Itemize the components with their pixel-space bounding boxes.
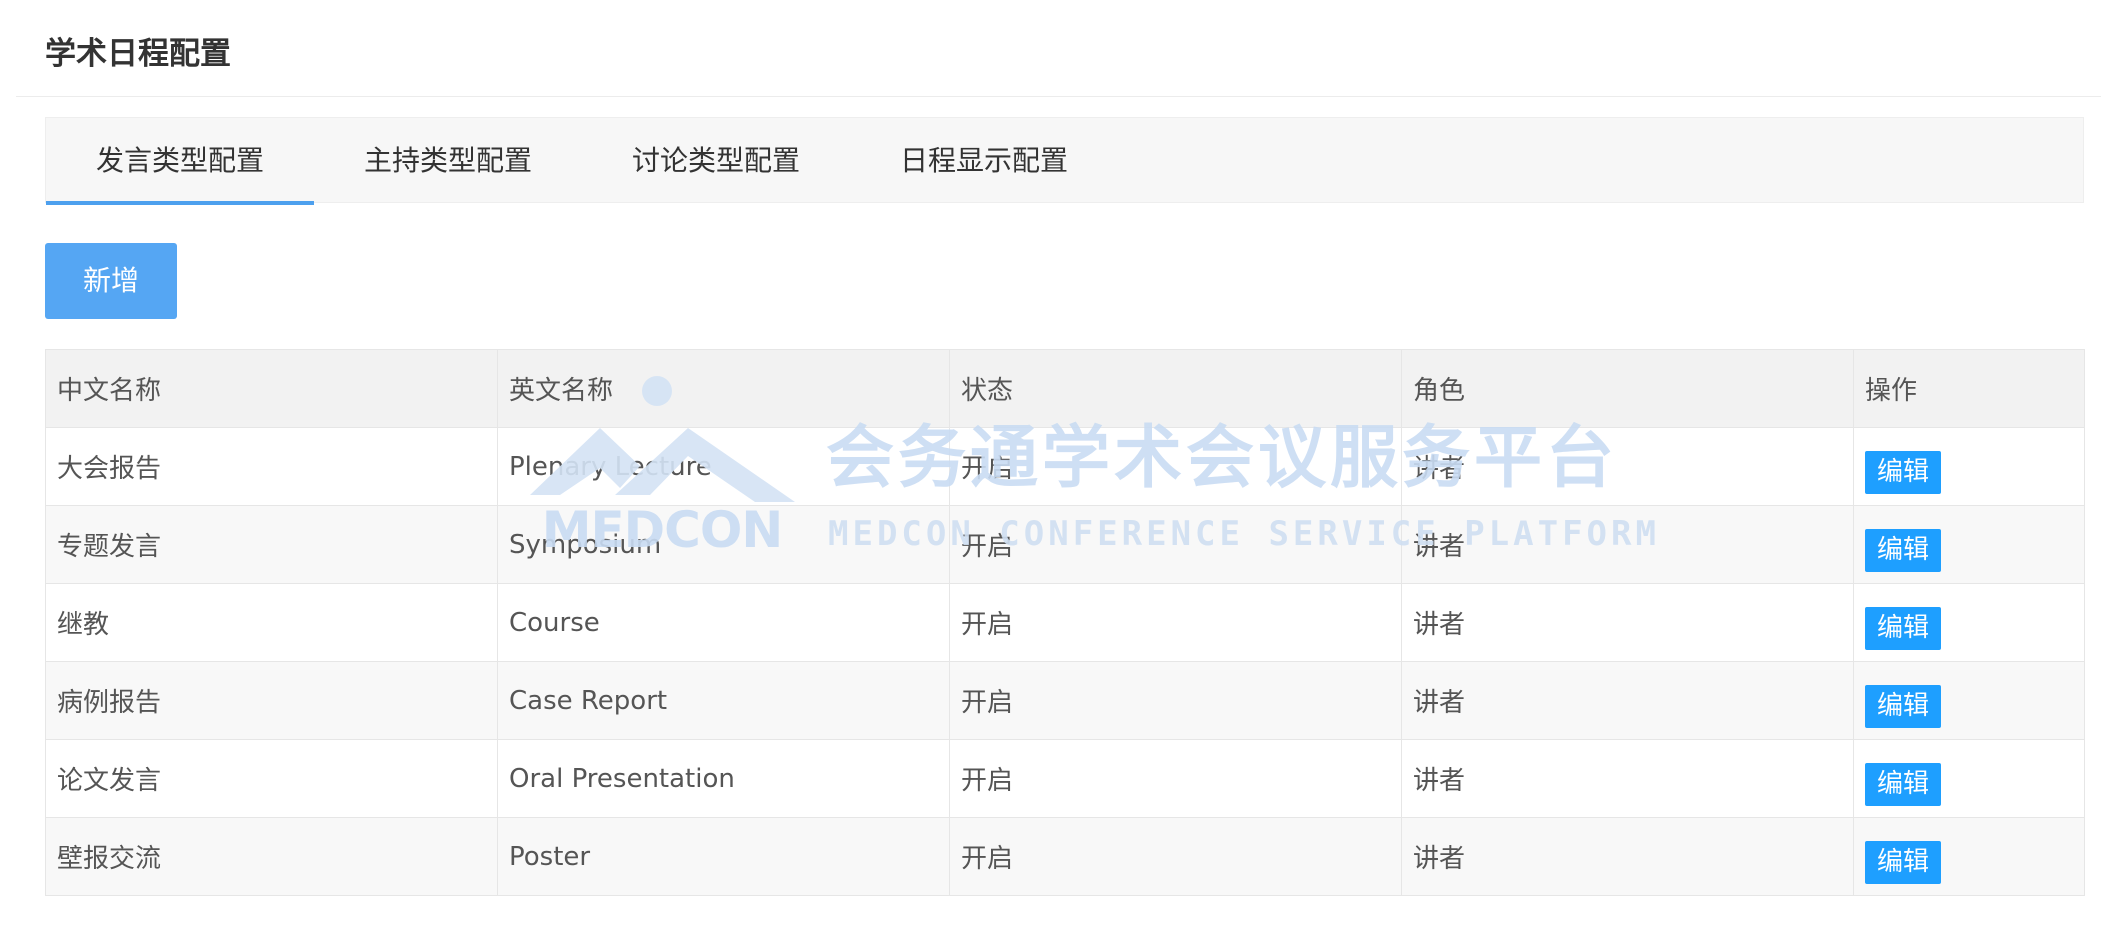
cell-action: 编辑 <box>1853 505 2085 584</box>
cell-cn-name: 论文发言 <box>45 739 498 818</box>
cell-status: 开启 <box>949 505 1402 584</box>
cell-action: 编辑 <box>1853 817 2085 896</box>
cell-cn-name: 壁报交流 <box>45 817 498 896</box>
table-header-row: 中文名称 英文名称 状态 角色 操作 <box>45 349 2085 428</box>
cell-role: 讲者 <box>1401 505 1854 584</box>
cell-action: 编辑 <box>1853 661 2085 740</box>
table-row: 专题发言 Symposium 开启 讲者 编辑 <box>45 505 2085 584</box>
tab-bar: 发言类型配置 主持类型配置 讨论类型配置 日程显示配置 <box>45 117 2084 205</box>
cell-role: 讲者 <box>1401 817 1854 896</box>
column-header-action: 操作 <box>1853 349 2085 428</box>
cell-en-name: Plenary Lecture <box>497 427 950 506</box>
cell-cn-name: 继教 <box>45 583 498 662</box>
cell-action: 编辑 <box>1853 739 2085 818</box>
edit-button[interactable]: 编辑 <box>1865 763 1941 806</box>
cell-role: 讲者 <box>1401 661 1854 740</box>
table-row: 大会报告 Plenary Lecture 开启 讲者 编辑 <box>45 427 2085 506</box>
cell-status: 开启 <box>949 817 1402 896</box>
column-header-en-name: 英文名称 <box>497 349 950 428</box>
cell-status: 开启 <box>949 427 1402 506</box>
cell-en-name: Symposium <box>497 505 950 584</box>
column-header-status: 状态 <box>949 349 1402 428</box>
column-header-role: 角色 <box>1401 349 1854 428</box>
cell-role: 讲者 <box>1401 427 1854 506</box>
edit-button[interactable]: 编辑 <box>1865 685 1941 728</box>
cell-cn-name: 专题发言 <box>45 505 498 584</box>
table-row: 病例报告 Case Report 开启 讲者 编辑 <box>45 661 2085 740</box>
speech-type-table: 中文名称 英文名称 状态 角色 操作 大会报告 Plenary Lecture … <box>45 349 2085 896</box>
add-button[interactable]: 新增 <box>45 243 177 319</box>
cell-action: 编辑 <box>1853 427 2085 506</box>
tab-speech-type-config[interactable]: 发言类型配置 <box>46 118 314 205</box>
table-row: 论文发言 Oral Presentation 开启 讲者 编辑 <box>45 739 2085 818</box>
table-row: 继教 Course 开启 讲者 编辑 <box>45 583 2085 662</box>
cell-en-name: Poster <box>497 817 950 896</box>
edit-button[interactable]: 编辑 <box>1865 607 1941 650</box>
cell-en-name: Oral Presentation <box>497 739 950 818</box>
cell-cn-name: 大会报告 <box>45 427 498 506</box>
tab-host-type-config[interactable]: 主持类型配置 <box>314 118 582 204</box>
cell-cn-name: 病例报告 <box>45 661 498 740</box>
cell-action: 编辑 <box>1853 583 2085 662</box>
page-title: 学术日程配置 <box>45 36 231 72</box>
cell-en-name: Course <box>497 583 950 662</box>
cell-status: 开启 <box>949 661 1402 740</box>
tab-schedule-display-config[interactable]: 日程显示配置 <box>850 118 1118 204</box>
tab-discussion-type-config[interactable]: 讨论类型配置 <box>582 118 850 204</box>
page-header: 学术日程配置 <box>16 0 2101 97</box>
cell-role: 讲者 <box>1401 583 1854 662</box>
cell-role: 讲者 <box>1401 739 1854 818</box>
edit-button[interactable]: 编辑 <box>1865 451 1941 494</box>
cell-status: 开启 <box>949 739 1402 818</box>
edit-button[interactable]: 编辑 <box>1865 841 1941 884</box>
edit-button[interactable]: 编辑 <box>1865 529 1941 572</box>
cell-status: 开启 <box>949 583 1402 662</box>
cell-en-name: Case Report <box>497 661 950 740</box>
page: 学术日程配置 发言类型配置 主持类型配置 讨论类型配置 日程显示配置 新增 中文… <box>0 0 2101 929</box>
column-header-cn-name: 中文名称 <box>45 349 498 428</box>
table-row: 壁报交流 Poster 开启 讲者 编辑 <box>45 817 2085 896</box>
